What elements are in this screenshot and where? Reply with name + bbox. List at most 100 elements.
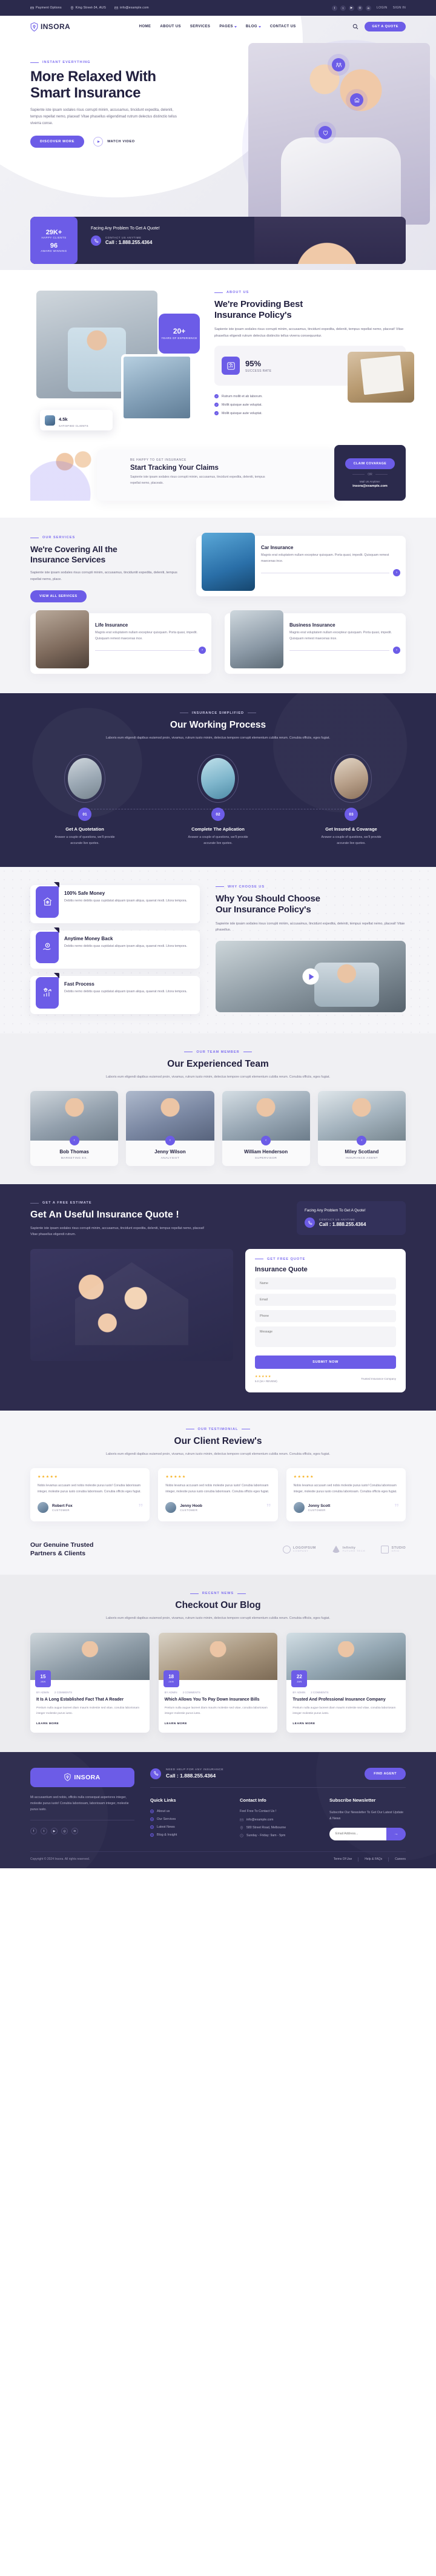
why-video[interactable] [216, 941, 406, 1013]
family-icon[interactable] [332, 58, 345, 71]
partners-title: Our Genuine Trusted Partners & Clients [30, 1541, 94, 1558]
nav-item-blog[interactable]: BLOG [246, 25, 261, 28]
email-field[interactable] [255, 1293, 396, 1306]
nav-item-about-us[interactable]: ABOUT US [160, 25, 181, 28]
nav-item-pages[interactable]: PAGES [219, 25, 237, 28]
chevron-right-icon[interactable]: › [199, 647, 206, 654]
login-link[interactable]: LOGIN [377, 6, 388, 10]
blog-author: BY ADMIN [164, 1690, 177, 1694]
instagram-icon[interactable]: ◎ [357, 5, 363, 11]
find-agent-button[interactable]: FIND AGENT [365, 1767, 406, 1780]
name-field[interactable] [255, 1277, 396, 1290]
share-icon[interactable]: ‹ [69, 1136, 79, 1146]
reviews-eyebrow: OUR TESTIMONIAL [30, 1428, 406, 1431]
learn-more-link[interactable]: LEARN MORE [292, 1722, 400, 1725]
footer-subscribe: Subscribe Newsletter Subscribe Our Newsl… [329, 1797, 406, 1840]
logo[interactable]: INSORA [30, 22, 70, 31]
team-photo: ‹ [126, 1091, 214, 1146]
location-pin-icon [70, 6, 73, 10]
rating-label: 5.0 (1K+ REVIEW) [255, 1379, 277, 1383]
hero-call-row[interactable]: CONTACT US ANYTIME Call : 1.888.255.4364 [91, 236, 254, 246]
or-divider: OR [352, 473, 388, 476]
nav-item-home[interactable]: HOME [139, 25, 151, 28]
team-member-card[interactable]: ‹ William Henderson SUPERVISOR [222, 1091, 310, 1167]
experience-badge: 20+ YEARS OF EXPERIENCE [159, 314, 200, 354]
phone-field[interactable] [255, 1309, 396, 1322]
team-member-card[interactable]: ‹ Jenny Wilson ANALYSIST [126, 1091, 214, 1167]
share-icon[interactable]: ‹ [165, 1136, 175, 1146]
blog-post-card[interactable]: 18 JAN BY ADMIN 2 COMMENTS Which Allows Yo… [158, 1632, 278, 1733]
quote-form-eyebrow: GET FREE QUOTE [255, 1257, 396, 1261]
footer-link-about-us[interactable]: About us [150, 1809, 226, 1813]
share-icon[interactable]: ‹ [261, 1136, 271, 1146]
get-a-quote-button[interactable]: GET A QUOTE [365, 22, 406, 31]
blog-post-card[interactable]: 22 JAN BY ADMIN 2 COMMENTS Trusted And Pro… [286, 1632, 406, 1733]
service-card-business[interactable]: Business Insurance Magnis erat voluptate… [225, 610, 406, 674]
service-card-life[interactable]: Life Insurance Magnis erat voluptatem nu… [30, 610, 211, 674]
blog-post-card[interactable]: 15 JAN BY ADMIN 2 COMMENTS It Is A Long Es… [30, 1632, 150, 1733]
linkedin-icon[interactable]: in [365, 5, 371, 11]
play-icon[interactable] [302, 968, 319, 985]
footer-call-block[interactable]: NEED HELP FOR ANY INSURANCE Call : 1.888… [150, 1768, 223, 1779]
nav-item-services[interactable]: SERVICES [190, 25, 210, 28]
chevron-right-icon[interactable]: › [393, 569, 400, 577]
footer-contact-email[interactable]: info@example.com [240, 1818, 316, 1822]
learn-more-link[interactable]: LEARN MORE [165, 1722, 272, 1725]
message-field[interactable] [255, 1326, 396, 1347]
service-card-car[interactable]: Car Insurance Magnis erat voluptatem nul… [196, 533, 406, 596]
team-member-card[interactable]: ‹ Bob Thomas MARKETING EX. [30, 1091, 119, 1167]
partner-logo-studiogrid[interactable]: STUDIO GRID [381, 1545, 406, 1553]
footer-link-our-services[interactable]: Our Services [150, 1817, 226, 1821]
share-icon[interactable]: ‹ [357, 1136, 367, 1146]
learn-more-link[interactable]: LEARN MORE [36, 1722, 144, 1725]
step-number: 01 [78, 808, 91, 822]
footer-link-terms[interactable]: Terms Of Use [334, 1857, 352, 1861]
partner-logo-infinity[interactable]: Infinity FUTURE TECH [331, 1546, 366, 1553]
services-paragraph: Sapiente iste ipsam sodales risus corrup… [30, 571, 177, 582]
instagram-icon[interactable]: ◎ [61, 1828, 68, 1835]
topbar-email[interactable]: info@example.com [114, 6, 149, 10]
topbar-payment-options[interactable]: Payment Options [30, 6, 62, 10]
house-shield-icon[interactable] [350, 93, 363, 107]
quote-copy: GET A FREE ESTIMATE Get An Useful Insura… [30, 1201, 285, 1238]
health-icon[interactable] [319, 126, 332, 139]
twitter-icon[interactable]: t [340, 5, 346, 11]
footer-contact-address[interactable]: 580 Street Road, Melbourne [240, 1826, 316, 1830]
footer-link-blog-insight[interactable]: Blog & Insight [150, 1833, 226, 1837]
topbar-address[interactable]: King Street-34, AUS [70, 6, 106, 10]
claims-mail[interactable]: Mail Us Anytime: insora@example.com [352, 480, 388, 488]
facebook-icon[interactable]: f [331, 5, 337, 11]
why-copy: WHY CHOOSE US Why You Should Choose Our … [216, 885, 406, 1014]
process-paragraph: Laboris eum eligendi dapibus euismod pro… [105, 736, 331, 740]
newsletter-submit-button[interactable]: → [386, 1827, 406, 1840]
team-member-card[interactable]: ‹ Miley Scotland INSURANCE AGENT [317, 1091, 406, 1167]
avatar [165, 1502, 177, 1514]
signin-link[interactable]: SIGN IN [393, 6, 406, 10]
mail-icon [114, 6, 118, 10]
claim-coverage-button[interactable]: CLAIM COVARAGE [345, 458, 395, 469]
footer-logo[interactable]: INSORA [30, 1767, 134, 1787]
chevron-right-icon[interactable]: › [393, 647, 400, 654]
about-eyebrow-label: ABOUT US [226, 291, 249, 294]
quote-call-row[interactable]: CONTACT US ANYTIME Call : 1.888.255.4364 [305, 1217, 398, 1228]
view-all-services-button[interactable]: VIEW ALL SERVICES [30, 590, 87, 602]
nav-item-contact-us[interactable]: CONTACT US [270, 25, 296, 28]
hero-stat-photo [254, 217, 406, 264]
newsletter-email-input[interactable] [329, 1827, 386, 1840]
partner-logo-logoipsum[interactable]: LOGOIPSUM COMPANY [282, 1545, 316, 1553]
twitter-icon[interactable]: t [41, 1828, 47, 1835]
review-text: Nobis levamus accusam sed nobis molestie… [38, 1484, 141, 1494]
topbar-info-list: Payment Options King Street-34, AUS info… [30, 6, 149, 10]
footer-link-careers[interactable]: Careers [395, 1857, 406, 1861]
facebook-icon[interactable]: f [30, 1828, 37, 1835]
youtube-icon[interactable]: ▶ [348, 5, 354, 11]
youtube-icon[interactable]: ▶ [51, 1828, 58, 1835]
linkedin-icon[interactable]: in [71, 1828, 78, 1835]
discover-more-button[interactable]: DISCOVER MORE [30, 136, 85, 148]
search-icon[interactable] [352, 24, 358, 30]
watch-video-button[interactable]: WATCH VIDEO [93, 137, 135, 147]
footer-contact-hours[interactable]: Sunday - Friday: 9am - 5pm [240, 1834, 316, 1837]
submit-now-button[interactable]: SUBMIT NOW [255, 1355, 396, 1369]
footer-link-latest-news[interactable]: Latest News [150, 1825, 226, 1829]
footer-link-help-faqs[interactable]: Help & FAQs [365, 1857, 382, 1861]
